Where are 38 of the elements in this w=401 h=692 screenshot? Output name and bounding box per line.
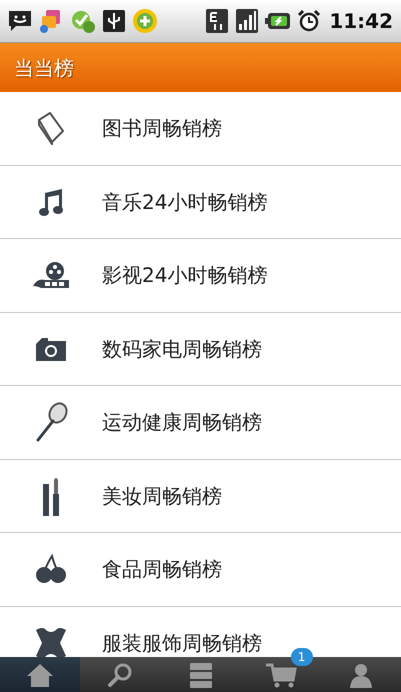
item-label: 影视24小时畅销榜 [102, 262, 268, 290]
tennis-racket-icon [34, 402, 68, 442]
search-icon [107, 662, 134, 688]
film-reel-icon [31, 260, 71, 290]
list-item[interactable]: 运动健康周畅销榜 [0, 386, 401, 460]
lipstick-mascara-icon [41, 476, 61, 516]
item-label: 服装服饰周畅销榜 [102, 630, 262, 657]
user-icon [348, 662, 373, 688]
battery-icon [265, 12, 292, 30]
nav-tab[interactable] [0, 657, 80, 692]
list-item[interactable]: 影视24小时畅销榜 [0, 239, 401, 312]
signal-icon [235, 8, 260, 34]
data-signal-icon [205, 8, 230, 34]
page-title: 当当榜 [14, 54, 74, 82]
clock-time: 11:42 [329, 8, 393, 35]
stack-icon [188, 662, 212, 688]
item-label: 音乐24小时畅销榜 [102, 188, 268, 216]
item-label: 数码家电周畅销榜 [102, 336, 262, 363]
list-item[interactable]: 数码家电周畅销榜 [0, 312, 401, 386]
music-note-icon [36, 186, 66, 217]
cart-count-badge: 1 [290, 648, 313, 666]
book-icon [36, 111, 66, 146]
cherry-icon [34, 554, 68, 584]
chat-icon [8, 9, 32, 33]
item-label: 运动健康周畅销榜 [102, 409, 262, 436]
list-item[interactable]: 食品周畅销榜 [0, 533, 401, 606]
cart-icon [264, 662, 297, 688]
item-label: 美妆周畅销榜 [102, 482, 222, 510]
item-label: 食品周畅销榜 [102, 556, 222, 584]
home-icon [26, 662, 54, 686]
camera-icon [35, 336, 67, 362]
item-label: 图书周畅销榜 [102, 115, 222, 142]
alarm-clock-icon [297, 9, 322, 33]
list-item[interactable]: 美妆周畅销榜 [0, 460, 401, 533]
usb-icon [102, 9, 126, 33]
plus-circle-icon [132, 8, 158, 34]
list-item[interactable]: 图书周畅销榜 [0, 92, 401, 166]
list-item[interactable]: 音乐24小时畅销榜 [0, 166, 401, 239]
